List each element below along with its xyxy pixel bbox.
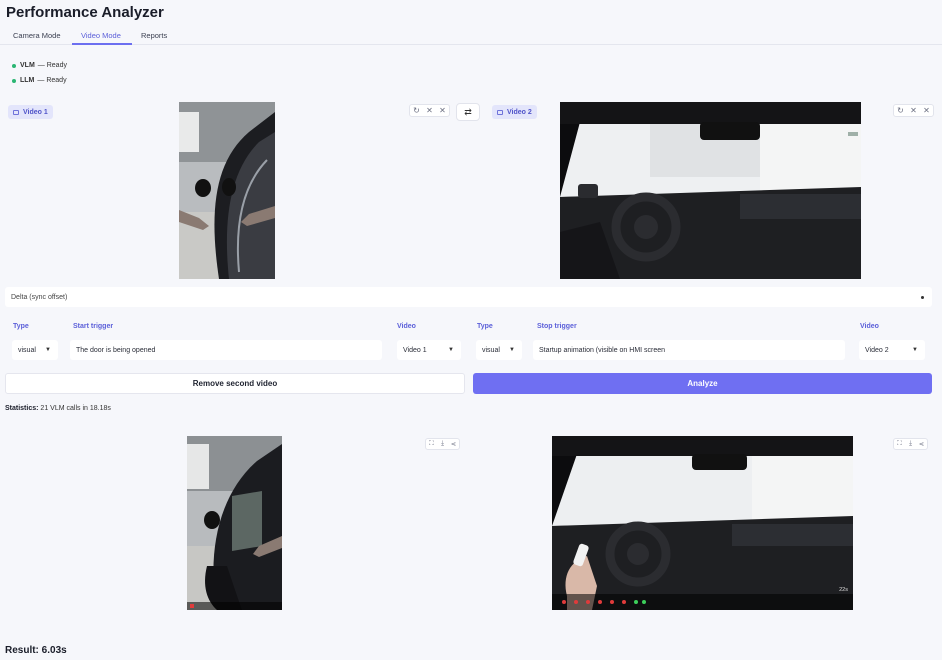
result-value: Result: 6.03s <box>5 645 67 656</box>
start-video-value: Video 1 <box>403 346 427 354</box>
close-icon[interactable]: ✕ <box>920 105 933 116</box>
fullscreen-icon[interactable]: ⛶ <box>426 439 437 449</box>
video-1-label: Video 1 <box>8 105 53 119</box>
start-video-select[interactable]: Video 1 ▼ <box>397 340 461 360</box>
start-type-value: visual <box>18 346 36 354</box>
statistics-label: Statistics: <box>5 405 39 412</box>
download-icon[interactable]: ⤓ <box>905 439 916 449</box>
ready-dot-icon <box>12 63 16 68</box>
reset-icon[interactable]: ↻ <box>894 105 907 116</box>
playback-time: 22s <box>839 587 848 593</box>
video-2-preview[interactable] <box>560 102 861 279</box>
video-1-controls: ↻ ✕ ✕ <box>409 104 450 117</box>
start-trigger-input[interactable]: The door is being opened <box>70 340 382 360</box>
video-2-controls: ↻ ✕ ✕ <box>893 104 934 117</box>
stop-video-select[interactable]: Video 2 ▼ <box>859 340 925 360</box>
delta-handle-icon[interactable] <box>921 296 924 299</box>
video-2-label: Video 2 <box>492 105 537 119</box>
reset-icon[interactable]: ↻ <box>410 105 423 116</box>
mode-tabs: Camera Mode Video Mode Reports <box>0 29 942 45</box>
swap-icon: ⇄ <box>464 106 472 117</box>
result-video-1-image <box>187 436 282 610</box>
stop-type-select[interactable]: visual ▼ <box>476 340 522 360</box>
tab-reports[interactable]: Reports <box>141 31 167 40</box>
video-1-label-text: Video 1 <box>23 108 48 116</box>
statistics: Statistics: 21 VLM calls in 18.18s <box>5 405 111 412</box>
llm-status: LLM — Ready <box>12 77 67 84</box>
start-type-select[interactable]: visual ▼ <box>12 340 58 360</box>
llm-status-name: LLM <box>20 77 35 84</box>
start-type-label: Type <box>13 323 29 330</box>
tab-camera-mode[interactable]: Camera Mode <box>13 31 61 40</box>
start-trigger-label: Start trigger <box>73 323 114 330</box>
stop-trigger-input[interactable]: Startup animation (visible on HMI screen <box>533 340 845 360</box>
vlm-status: VLM — Ready <box>12 62 67 69</box>
download-icon[interactable]: ⤓ <box>437 439 448 449</box>
active-tab-indicator <box>72 43 132 45</box>
chevron-down-icon: ▼ <box>912 347 918 353</box>
ready-dot-icon <box>12 78 16 83</box>
tab-video-mode[interactable]: Video Mode <box>81 31 121 40</box>
start-trigger-value: The door is being opened <box>76 346 156 354</box>
chevron-down-icon: ▼ <box>509 347 515 353</box>
stop-type-label: Type <box>477 323 493 330</box>
analyze-button[interactable]: Analyze <box>473 373 932 394</box>
clear-icon[interactable]: ✕ <box>907 105 920 116</box>
share-icon[interactable]: ⋖ <box>916 439 927 449</box>
stop-trigger-value: Startup animation (visible on HMI screen <box>539 346 666 354</box>
video-1-preview[interactable] <box>179 102 275 279</box>
result-video-2-controls: ⛶ ⤓ ⋖ <box>893 438 928 450</box>
video-camera-icon <box>497 109 503 115</box>
swap-videos-button[interactable]: ⇄ <box>456 103 480 121</box>
llm-status-state: — Ready <box>37 77 67 84</box>
car-interior-image <box>560 102 861 279</box>
car-door-image <box>179 102 275 279</box>
share-icon[interactable]: ⋖ <box>448 439 459 449</box>
chevron-down-icon: ▼ <box>45 347 51 353</box>
statistics-value: 21 VLM calls in 18.18s <box>40 405 111 412</box>
stop-video-value: Video 2 <box>865 346 889 354</box>
fullscreen-icon[interactable]: ⛶ <box>894 439 905 449</box>
video-camera-icon <box>13 109 19 115</box>
stop-video-label: Video <box>860 323 879 330</box>
stop-type-value: visual <box>482 346 500 354</box>
stop-trigger-label: Stop trigger <box>537 323 577 330</box>
remove-second-video-button[interactable]: Remove second video <box>5 373 465 394</box>
close-icon[interactable]: ✕ <box>436 105 449 116</box>
chevron-down-icon: ▼ <box>448 347 454 353</box>
result-video-1-controls: ⛶ ⤓ ⋖ <box>425 438 460 450</box>
result-video-2-image <box>552 436 853 610</box>
result-video-2-player[interactable]: 22s <box>552 436 853 610</box>
vlm-status-state: — Ready <box>37 62 67 69</box>
vlm-status-name: VLM <box>20 62 35 69</box>
video-2-label-text: Video 2 <box>507 108 532 116</box>
start-video-label: Video <box>397 323 416 330</box>
delta-sync-offset[interactable]: Delta (sync offset) <box>5 287 932 307</box>
app-title: Performance Analyzer <box>6 4 164 21</box>
clear-icon[interactable]: ✕ <box>423 105 436 116</box>
result-video-1-player[interactable] <box>187 436 282 610</box>
delta-label: Delta (sync offset) <box>11 293 68 301</box>
